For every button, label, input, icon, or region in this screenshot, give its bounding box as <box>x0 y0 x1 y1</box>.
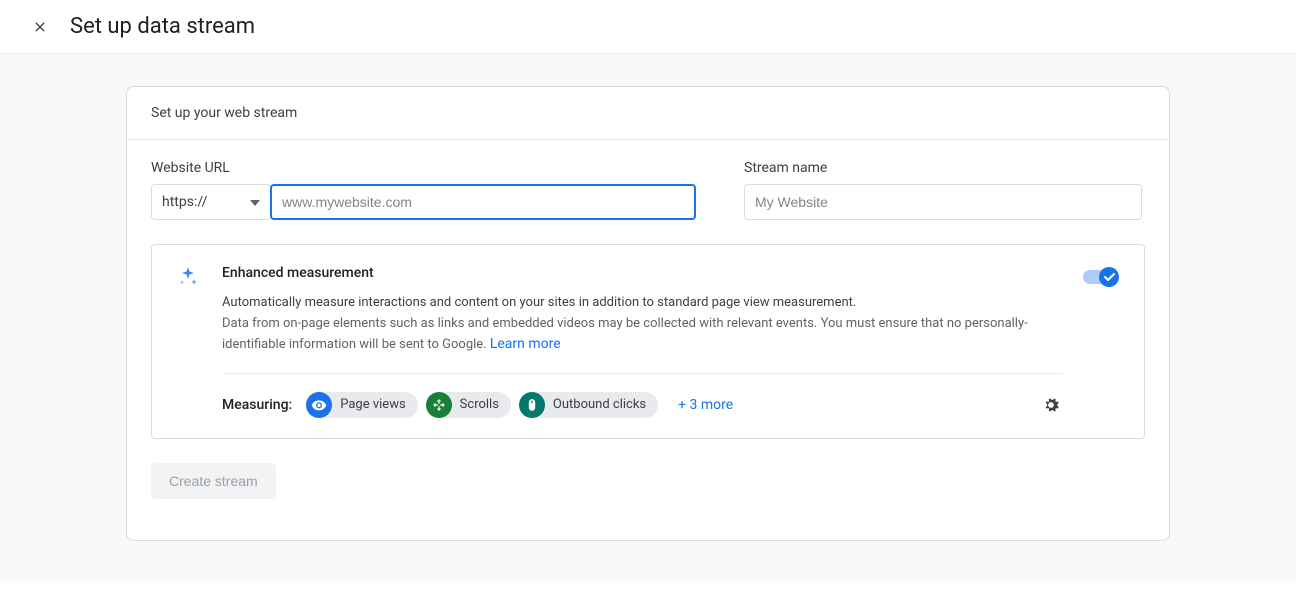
website-url-input[interactable] <box>270 184 696 220</box>
enhanced-description-2: Data from on-page elements such as links… <box>222 314 1063 355</box>
enhanced-measurement-panel: Enhanced measurement Automatically measu… <box>151 244 1145 439</box>
enhanced-top-row: Enhanced measurement Automatically measu… <box>176 265 1120 418</box>
enhanced-title: Enhanced measurement <box>222 265 1063 281</box>
learn-more-link[interactable]: Learn more <box>490 336 561 352</box>
chip-label: Outbound clicks <box>553 397 646 412</box>
workspace: Set up your web stream Website URL https… <box>0 54 1296 581</box>
stream-name-input[interactable] <box>744 184 1142 220</box>
eye-icon <box>306 392 332 418</box>
more-chips-link[interactable]: + 3 more <box>678 397 733 413</box>
protocol-value: https:// <box>162 194 207 210</box>
enhanced-description-1: Automatically measure interactions and c… <box>222 295 1063 310</box>
card-header: Set up your web stream <box>127 87 1169 140</box>
main-card: Set up your web stream Website URL https… <box>126 86 1170 541</box>
create-stream-button[interactable]: Create stream <box>151 463 276 499</box>
enhanced-toggle[interactable] <box>1083 265 1120 289</box>
enhanced-body: Enhanced measurement Automatically measu… <box>222 265 1063 418</box>
chip-label: Scrolls <box>460 397 499 412</box>
top-bar: Set up data stream <box>0 0 1296 54</box>
measuring-label: Measuring: <box>222 397 292 413</box>
arrows-icon <box>426 392 452 418</box>
close-button[interactable] <box>28 15 52 39</box>
form-row: Website URL https:// Stream name <box>127 140 1169 244</box>
chip-scrolls: Scrolls <box>426 392 511 418</box>
mouse-icon <box>519 392 545 418</box>
url-column: Website URL https:// <box>151 160 696 220</box>
measuring-row: Measuring: Page views <box>222 392 1063 418</box>
chips-container: Page views Scrolls <box>306 392 1039 418</box>
chevron-down-icon <box>250 194 260 210</box>
stream-name-label: Stream name <box>744 160 1142 176</box>
chip-label: Page views <box>340 397 405 412</box>
settings-button[interactable] <box>1039 393 1063 417</box>
stream-column: Stream name <box>744 160 1142 220</box>
url-group: https:// <box>151 184 696 220</box>
sparkle-icon <box>176 265 200 289</box>
chip-page-views: Page views <box>306 392 417 418</box>
close-icon <box>32 19 48 35</box>
page-title: Set up data stream <box>70 14 255 39</box>
chip-outbound-clicks: Outbound clicks <box>519 392 658 418</box>
url-label: Website URL <box>151 160 696 176</box>
protocol-select[interactable]: https:// <box>151 184 271 220</box>
divider <box>222 373 1063 374</box>
enhanced-description-text: Data from on-page elements such as links… <box>222 316 1028 352</box>
gear-icon <box>1041 395 1061 415</box>
